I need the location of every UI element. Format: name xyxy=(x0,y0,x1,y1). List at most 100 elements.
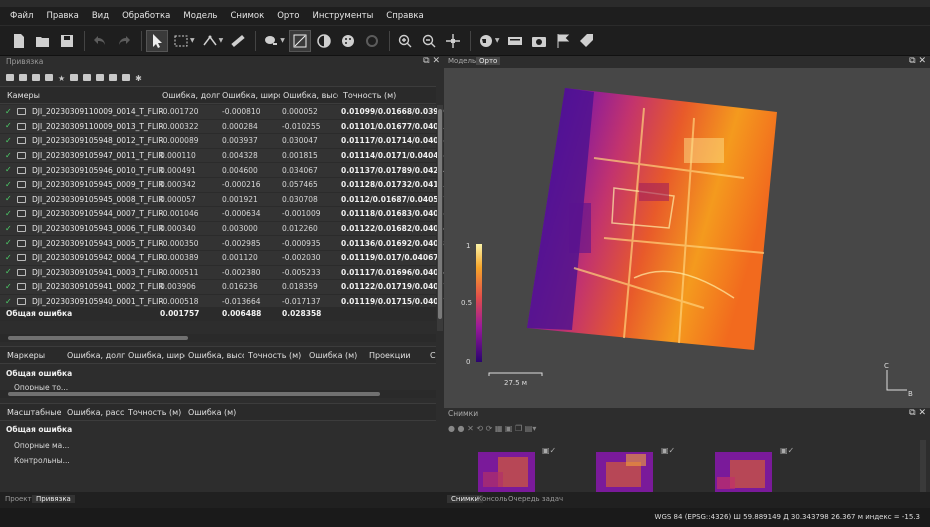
flag-icon[interactable] xyxy=(552,30,574,52)
new-icon[interactable] xyxy=(8,30,30,52)
camera-icon[interactable] xyxy=(528,30,550,52)
photo-thumbnail[interactable] xyxy=(596,452,653,492)
table-row[interactable]: ✓ DJI_20230309105945_0008_T_FLIR 0.000057 0… xyxy=(0,192,444,208)
enabled-checkbox[interactable]: ✓ xyxy=(5,122,13,130)
tab-console[interactable]: Консоль xyxy=(477,495,508,503)
photos-vscrollbar[interactable] xyxy=(920,440,926,492)
menu-tools[interactable]: Инструменты xyxy=(312,11,373,21)
view-float-close-icon[interactable]: ⧉ ✕ xyxy=(909,56,926,66)
panel-float-close-icon[interactable]: ⧉ ✕ xyxy=(423,56,440,66)
star-icon[interactable]: ★ xyxy=(58,74,65,83)
col-m-projections[interactable]: Проекции xyxy=(369,351,411,360)
enabled-checkbox[interactable]: ✓ xyxy=(5,136,13,145)
globe-icon[interactable] xyxy=(475,30,497,52)
brush-icon[interactable] xyxy=(260,30,282,52)
markers-hscrollbar[interactable] xyxy=(0,390,436,398)
col-accuracy[interactable]: Точность (м) xyxy=(343,91,396,100)
col-err-lat[interactable]: Ошибка, широт xyxy=(222,91,280,100)
move-icon[interactable] xyxy=(442,30,464,52)
col-m-err-lat[interactable]: Ошибка, широт xyxy=(128,351,185,360)
undo-icon[interactable] xyxy=(89,30,111,52)
convert-icon[interactable] xyxy=(32,73,40,81)
menu-process[interactable]: Обработка xyxy=(122,11,170,21)
palette-icon[interactable] xyxy=(337,30,359,52)
enabled-checkbox[interactable]: ✓ xyxy=(5,239,13,247)
col-scalebars[interactable]: Масштабные л xyxy=(7,408,61,417)
import-icon[interactable] xyxy=(6,73,14,81)
rotate-icon[interactable]: ⟲ xyxy=(476,424,483,433)
enabled-checkbox[interactable]: ✓ xyxy=(5,224,13,233)
ruler-icon[interactable] xyxy=(227,30,249,52)
photos-float-close-icon[interactable]: ⧉ ✕ xyxy=(909,408,926,418)
enabled-checkbox[interactable]: ✓ xyxy=(5,253,13,262)
tab-jobs[interactable]: Очередь задач xyxy=(508,495,563,503)
pointer-icon[interactable] xyxy=(146,29,168,52)
col-s-accuracy[interactable]: Точность (м) xyxy=(128,408,181,417)
table-row[interactable]: ✓ DJI_20230309110009_0014_T_FLIR -0.001720… xyxy=(0,105,449,120)
table-row[interactable]: ✓ DJI_20230309105943_0006_T_FLIR 0.000340 0… xyxy=(0,221,449,237)
enabled-checkbox[interactable]: ✓ xyxy=(5,268,13,276)
table-row[interactable]: ✓ DJI_20230309105948_0012_T_FLIR -0.000089… xyxy=(0,134,449,149)
scalebars-check-group[interactable]: Контрольны... xyxy=(14,456,70,465)
export-icon[interactable] xyxy=(19,73,27,81)
menu-ortho[interactable]: Орто xyxy=(277,11,299,21)
col-m-error[interactable]: Ошибка (м) xyxy=(309,351,357,360)
mask-icon[interactable]: ▦ xyxy=(495,424,503,433)
enabled-checkbox[interactable]: ✓ xyxy=(5,151,13,160)
chevron-down-icon[interactable]: ▼ xyxy=(190,37,195,44)
table-row[interactable]: ✓ DJI_20230309105944_0007_T_FLIR -0.001046… xyxy=(0,207,444,222)
rotate-right-icon[interactable]: ⟳ xyxy=(486,424,493,433)
menu-photo[interactable]: Снимок xyxy=(230,11,264,21)
view-estimated-icon[interactable] xyxy=(96,73,105,81)
col-s-err-dist[interactable]: Ошибка, рассто xyxy=(67,408,124,417)
redo-icon[interactable] xyxy=(113,30,135,52)
table-row[interactable]: ✓ DJI_20230309110009_0013_T_FLIR -0.000322… xyxy=(0,119,449,135)
contrast-icon[interactable] xyxy=(313,30,335,52)
table-row[interactable]: ✓ DJI_20230309105942_0004_T_FLIR -0.000389… xyxy=(0,250,439,266)
menu-edit[interactable]: Правка xyxy=(46,11,78,21)
cameras-hscrollbar[interactable] xyxy=(0,334,436,342)
reset-icon[interactable] xyxy=(70,73,79,81)
tab-reference[interactable]: Привязка xyxy=(32,495,75,503)
tab-project[interactable]: Проект xyxy=(5,495,32,503)
table-row[interactable]: ✓ DJI_20230309105941_0002_T_FLIR 0.003906 0… xyxy=(0,280,449,295)
menu-file[interactable]: Файл xyxy=(10,11,33,21)
scalebars-control-group[interactable]: Опорные ма... xyxy=(14,441,69,450)
enabled-checkbox[interactable]: ✓ xyxy=(5,166,13,174)
view-source-icon[interactable] xyxy=(83,73,92,81)
settings-icon[interactable] xyxy=(122,73,131,81)
chevron-down-icon[interactable]: ▼ xyxy=(495,37,500,44)
remove-icon[interactable]: ● xyxy=(448,424,455,433)
zoom-in-icon[interactable] xyxy=(394,30,416,52)
orthophoto-icon[interactable] xyxy=(288,29,311,52)
photo-thumbnail[interactable] xyxy=(478,452,535,492)
zoom-out-icon[interactable] xyxy=(418,30,440,52)
path-icon[interactable] xyxy=(199,30,221,52)
tag-icon[interactable] xyxy=(576,30,598,52)
col-m-more[interactable]: С xyxy=(430,351,436,360)
col-cameras[interactable]: Камеры xyxy=(7,91,40,100)
view-errors-icon[interactable] xyxy=(109,73,118,81)
copy-icon[interactable]: ❐ xyxy=(515,424,522,433)
open-icon[interactable] xyxy=(32,30,54,52)
table-row[interactable]: ✓ DJI_20230309105947_0011_T_FLIR 0.000110 0… xyxy=(0,148,444,164)
col-m-err-alt[interactable]: Ошибка, высот xyxy=(188,351,244,360)
col-m-err-lon[interactable]: Ошибка, долгот xyxy=(67,351,125,360)
tab-ortho[interactable]: Орто xyxy=(476,57,501,65)
tab-model[interactable]: Модель xyxy=(448,57,476,65)
cameras-vscrollbar[interactable] xyxy=(437,105,443,331)
rect-select-icon[interactable] xyxy=(170,30,192,52)
enabled-checkbox[interactable]: ✓ xyxy=(5,209,13,218)
table-row[interactable]: ✓ DJI_20230309105943_0005_T_FLIR -0.000350… xyxy=(0,236,449,251)
grid-icon[interactable]: ▣ xyxy=(505,424,513,433)
chevron-down-icon[interactable]: ▼ xyxy=(280,37,285,44)
chevron-down-icon[interactable]: ▾ xyxy=(532,424,536,433)
photo-thumbnail[interactable] xyxy=(715,452,772,492)
enabled-checkbox[interactable]: ✓ xyxy=(5,282,13,291)
col-markers[interactable]: Маркеры xyxy=(7,351,45,360)
table-row[interactable]: ✓ DJI_20230309105941_0003_T_FLIR -0.000511… xyxy=(0,265,449,281)
col-m-accuracy[interactable]: Точность (м) xyxy=(248,351,301,360)
table-row[interactable]: ✓ DJI_20230309105946_0010_T_FLIR 0.000491 0… xyxy=(0,163,449,178)
chevron-down-icon[interactable]: ▼ xyxy=(219,37,224,44)
tools-icon[interactable]: ✱ xyxy=(135,74,142,83)
